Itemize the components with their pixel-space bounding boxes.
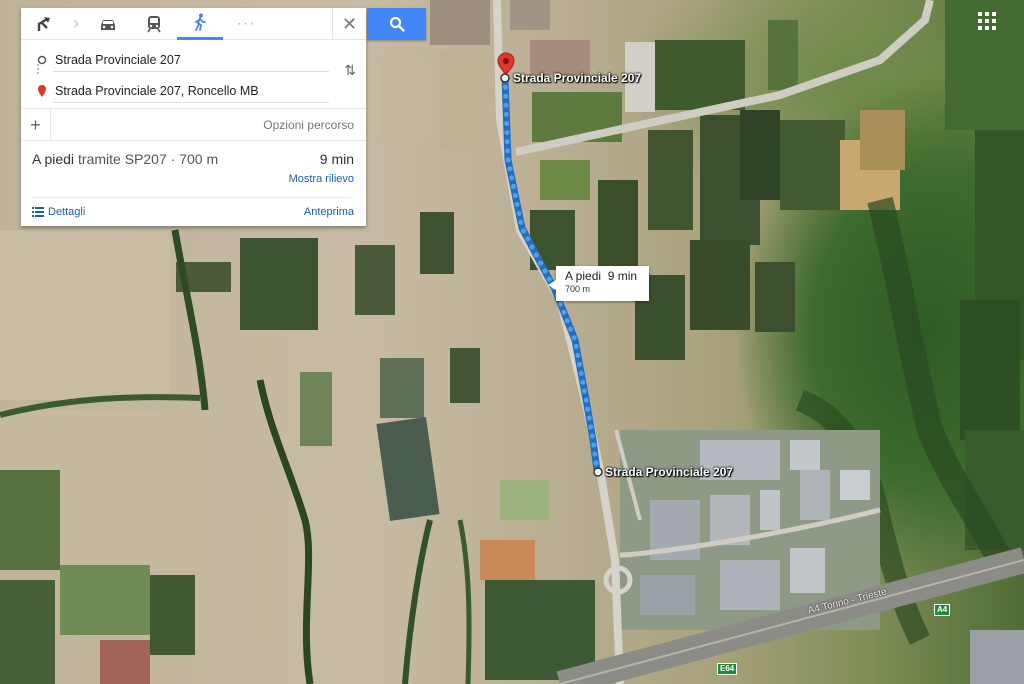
- apps-grid-icon[interactable]: [976, 10, 998, 32]
- route-result[interactable]: A piedi tramite SP207 · 700 m 9 min Most…: [21, 141, 366, 226]
- search-icon: [389, 16, 405, 32]
- map-destination-label[interactable]: Strada Provinciale 207: [605, 465, 733, 479]
- route-options-link[interactable]: Opzioni percorso: [263, 118, 366, 132]
- origin-circle-icon: [31, 55, 53, 65]
- show-relief-link[interactable]: Mostra rilievo: [32, 173, 354, 185]
- route-info-bubble[interactable]: A piedi 9 min 700 m: [548, 266, 649, 301]
- waypoints: Strada Provinciale 207 Strada Provincial…: [21, 40, 366, 109]
- search-button[interactable]: [367, 8, 426, 40]
- bubble-distance: 700 m: [565, 284, 591, 294]
- directions-mode-button[interactable]: [21, 8, 67, 40]
- close-button[interactable]: ✕: [332, 8, 366, 40]
- swap-icon: ⇅: [344, 62, 356, 78]
- close-icon: ✕: [341, 13, 358, 34]
- details-button[interactable]: Dettagli: [32, 206, 85, 218]
- destination-row[interactable]: Strada Provinciale 207, Roncello MB: [21, 75, 366, 106]
- options-row: + Opzioni percorso: [21, 108, 366, 141]
- route-duration: 9 min: [319, 151, 354, 167]
- car-icon: [101, 19, 115, 30]
- list-icon: [32, 207, 44, 217]
- destination-field[interactable]: Strada Provinciale 207, Roncello MB: [53, 79, 329, 103]
- plus-icon: +: [30, 114, 41, 135]
- map-origin-label[interactable]: Strada Provinciale 207: [513, 71, 641, 85]
- train-icon: [147, 15, 161, 32]
- start-point-icon[interactable]: [592, 466, 604, 478]
- route-via: tramite SP207 · 700 m: [78, 151, 219, 167]
- walk-mode-button[interactable]: [177, 8, 223, 40]
- travel-mode-bar: › ··· ✕: [21, 8, 366, 40]
- a4-shield: A4: [934, 604, 951, 616]
- more-dots-icon: ···: [236, 14, 256, 32]
- transit-mode-button[interactable]: [131, 8, 177, 40]
- origin-row[interactable]: Strada Provinciale 207: [21, 44, 366, 75]
- more-modes-button[interactable]: ···: [223, 8, 269, 40]
- add-destination-button[interactable]: +: [21, 108, 51, 141]
- walk-icon: [195, 13, 206, 31]
- e64-shield: E64: [717, 663, 738, 675]
- directions-panel: › ··· ✕ Strada Provinciale 207 Strada Pr…: [21, 8, 366, 226]
- origin-field[interactable]: Strada Provinciale 207: [53, 48, 329, 72]
- route-mode-label: A piedi: [32, 151, 75, 167]
- car-mode-button[interactable]: [85, 8, 131, 40]
- swap-waypoints-button[interactable]: ⇅: [344, 62, 356, 79]
- details-label: Dettagli: [48, 206, 86, 218]
- chevron-right-icon: ›: [73, 13, 79, 33]
- bubble-duration: 9 min: [607, 269, 638, 283]
- bubble-mode: A piedi: [565, 269, 602, 283]
- preview-link[interactable]: Anteprima: [304, 206, 354, 218]
- route-arrow-icon: [37, 16, 50, 31]
- destination-marker-icon: [31, 84, 53, 98]
- waypoint-connector: [37, 64, 39, 76]
